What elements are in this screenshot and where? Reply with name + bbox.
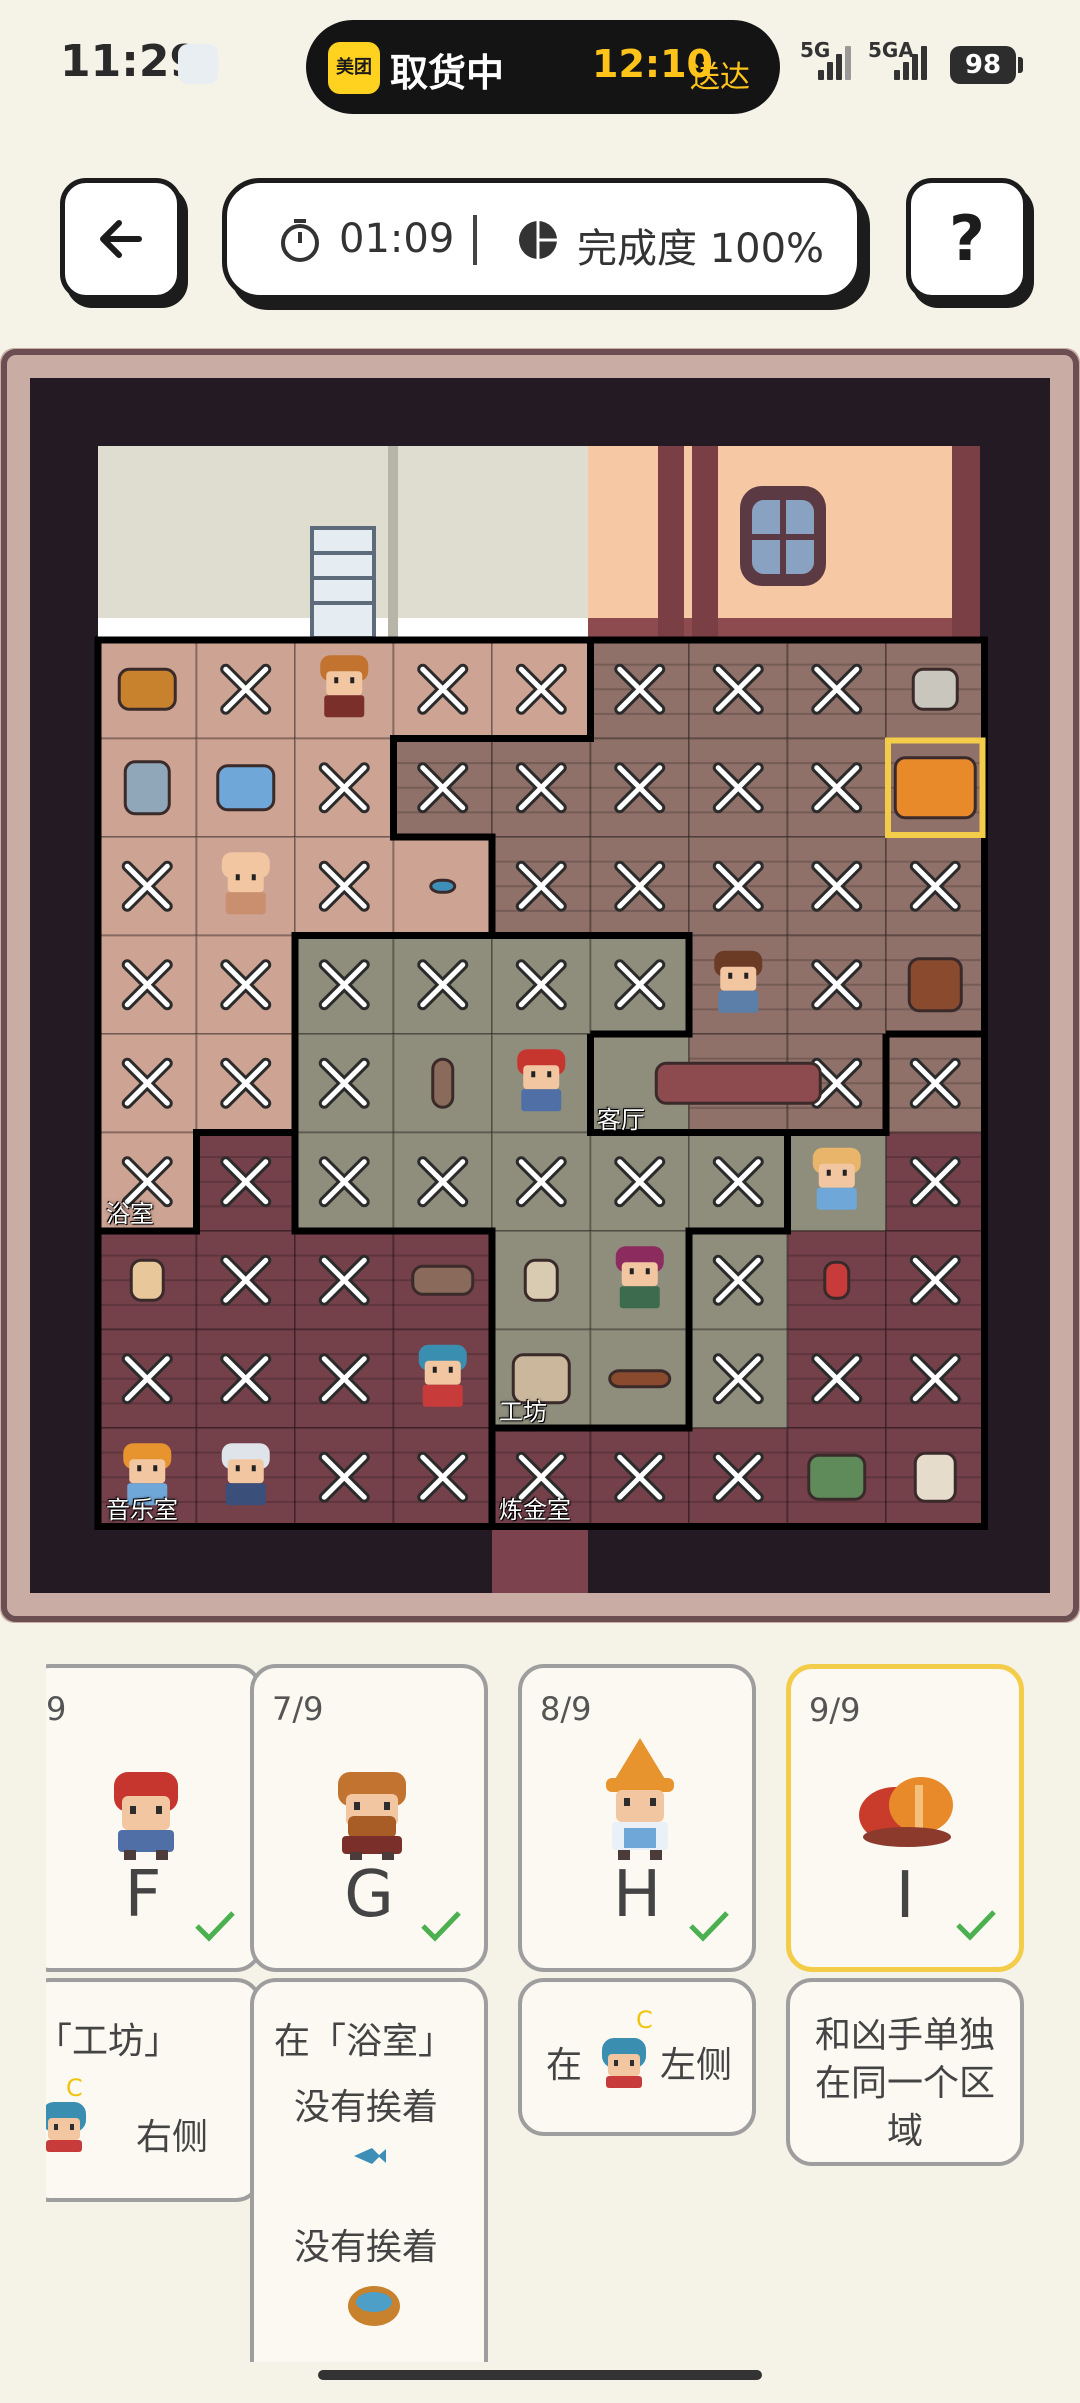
clue-card-f: 「工坊」 C 右侧 bbox=[46, 1978, 262, 2202]
clue-line: 在 bbox=[546, 2045, 583, 2086]
cabinet-icon bbox=[907, 957, 963, 1013]
blue-hair-character-icon bbox=[602, 2038, 646, 2088]
board-canvas bbox=[0, 348, 1080, 1623]
wall-pillar-3 bbox=[952, 446, 980, 640]
clue-line: 域 bbox=[886, 2111, 923, 2152]
status-bar: 11:29 美团 取货中 12:10 送达 5G 5GA 98 bbox=[0, 0, 1080, 130]
progress-info-panel: 01:09 完成度 100% bbox=[222, 178, 862, 300]
room-label-living-room: 客厅 bbox=[597, 1106, 645, 1134]
suspect-card-i[interactable]: 9/9 I bbox=[786, 1664, 1024, 1972]
clue-card-i: 和凶手单独 在同一个区 域 bbox=[786, 1978, 1024, 2166]
wall-pillar-2 bbox=[692, 446, 718, 640]
back-button[interactable] bbox=[60, 178, 182, 300]
window-icon bbox=[740, 486, 826, 586]
check-icon bbox=[689, 1911, 729, 1942]
potion-icon bbox=[823, 1260, 851, 1300]
signal-label-2: 5GA bbox=[868, 38, 914, 62]
suspect-cards-strip[interactable]: 9 F 7/9 G 8/9 H 9/9 I 「工坊」 C 右侧 在「浴室」 没有… bbox=[46, 1662, 1046, 2362]
delivery-status-pill[interactable]: 美团 取货中 12:10 送达 bbox=[306, 20, 780, 114]
room-label-music-room: 音乐室 bbox=[106, 1496, 178, 1524]
blue-hair-character-icon bbox=[418, 1344, 467, 1407]
clue-line: 在同一个区 bbox=[814, 2063, 995, 2104]
red-hair-character-avatar bbox=[114, 1772, 178, 1860]
info-divider bbox=[473, 215, 477, 265]
clue-card-h: 在 C 左侧 bbox=[518, 1978, 756, 2136]
wall-cream-seam bbox=[388, 446, 398, 640]
orange-hat-character-avatar bbox=[606, 1738, 674, 1860]
completion-pie-icon bbox=[519, 219, 559, 261]
brown-hair-character-icon bbox=[714, 950, 763, 1013]
card-count: 7/9 bbox=[272, 1690, 324, 1728]
stairs-icon bbox=[310, 526, 376, 640]
clue-line: 没有挨着 bbox=[294, 2087, 439, 2128]
skull-candle-icon bbox=[913, 1451, 957, 1503]
witch-character-icon bbox=[615, 1246, 664, 1309]
check-icon bbox=[421, 1911, 461, 1942]
bathtub-icon bbox=[216, 764, 276, 812]
blue-hair-character-icon bbox=[46, 2102, 86, 2152]
clue-card-g: 在「浴室」 没有挨着 没有挨着 bbox=[250, 1978, 488, 2362]
clue-line: 「工坊」 bbox=[46, 2021, 181, 2062]
white-hair-character-icon bbox=[221, 1443, 270, 1506]
signpost-icon bbox=[431, 1057, 455, 1109]
suspect-card-h[interactable]: 8/9 H bbox=[518, 1664, 756, 1972]
cauldron-icon bbox=[807, 1453, 867, 1501]
card-count: 8/9 bbox=[540, 1690, 592, 1728]
room-label-workshop: 工坊 bbox=[499, 1398, 547, 1426]
blonde-character-icon bbox=[812, 1147, 861, 1210]
back-arrow-icon bbox=[100, 220, 142, 258]
stool-icon bbox=[911, 667, 959, 711]
check-icon bbox=[956, 1910, 996, 1941]
clue-line: 没有挨着 bbox=[294, 2227, 439, 2268]
clue-line: 在「浴室」 bbox=[274, 2021, 455, 2062]
lamp-icon bbox=[129, 1258, 165, 1302]
wall-pillar-1 bbox=[658, 446, 684, 640]
bearded-character-icon bbox=[320, 655, 369, 718]
suspect-card-f[interactable]: 9 F bbox=[46, 1664, 262, 1972]
signal-label-1: 5G bbox=[800, 38, 831, 62]
entrance-corridor bbox=[492, 1526, 588, 1593]
meituan-logo-icon: 美团 bbox=[328, 42, 380, 94]
room-label-alchemy-room: 炼金室 bbox=[499, 1496, 571, 1524]
room-label-bathroom: 浴室 bbox=[106, 1200, 154, 1228]
fish-icon bbox=[354, 2148, 386, 2164]
fish-icon bbox=[429, 878, 457, 894]
card-count: 9/9 bbox=[809, 1691, 861, 1729]
guitar-icon bbox=[411, 1264, 475, 1296]
bucket-icon bbox=[123, 760, 171, 816]
battery-indicator: 98 bbox=[950, 46, 1016, 84]
game-board: 浴室 客厅 工坊 音乐室 炼金室 bbox=[0, 348, 1080, 1623]
wash-basin-icon bbox=[117, 667, 177, 711]
suspect-card-g[interactable]: 7/9 G bbox=[250, 1664, 488, 1972]
battery-tip bbox=[1018, 57, 1023, 73]
clue-mark: C bbox=[636, 2006, 653, 2034]
pumpkin-basket-icon bbox=[859, 1777, 953, 1847]
help-question-icon: ? bbox=[949, 202, 985, 275]
stopwatch-icon bbox=[281, 219, 319, 262]
home-indicator[interactable] bbox=[318, 2370, 762, 2380]
bald-character-icon bbox=[221, 852, 270, 915]
card-count: 9 bbox=[46, 1690, 67, 1728]
notification-app-icon bbox=[178, 44, 218, 84]
check-icon bbox=[195, 1911, 235, 1942]
wash-basin-icon bbox=[348, 2286, 400, 2326]
completion-text: 完成度 100% bbox=[577, 226, 825, 272]
clue-line: 和凶手单独 bbox=[814, 2015, 995, 2056]
clue-line: 右侧 bbox=[136, 2117, 209, 2158]
elapsed-timer: 01:09 bbox=[339, 216, 455, 262]
delivery-status-text: 取货中 bbox=[390, 51, 505, 95]
sofa-icon bbox=[654, 1061, 822, 1105]
help-button[interactable]: ? bbox=[906, 178, 1028, 300]
delivery-eta-suffix: 送达 bbox=[690, 60, 750, 95]
pumpkin-basket-icon bbox=[893, 756, 977, 820]
red-hair-character-icon bbox=[517, 1049, 566, 1112]
clue-line: 左侧 bbox=[660, 2045, 733, 2086]
plank-item-icon bbox=[608, 1369, 672, 1389]
bearded-character-avatar bbox=[338, 1772, 406, 1860]
scroll-icon bbox=[523, 1258, 559, 1302]
